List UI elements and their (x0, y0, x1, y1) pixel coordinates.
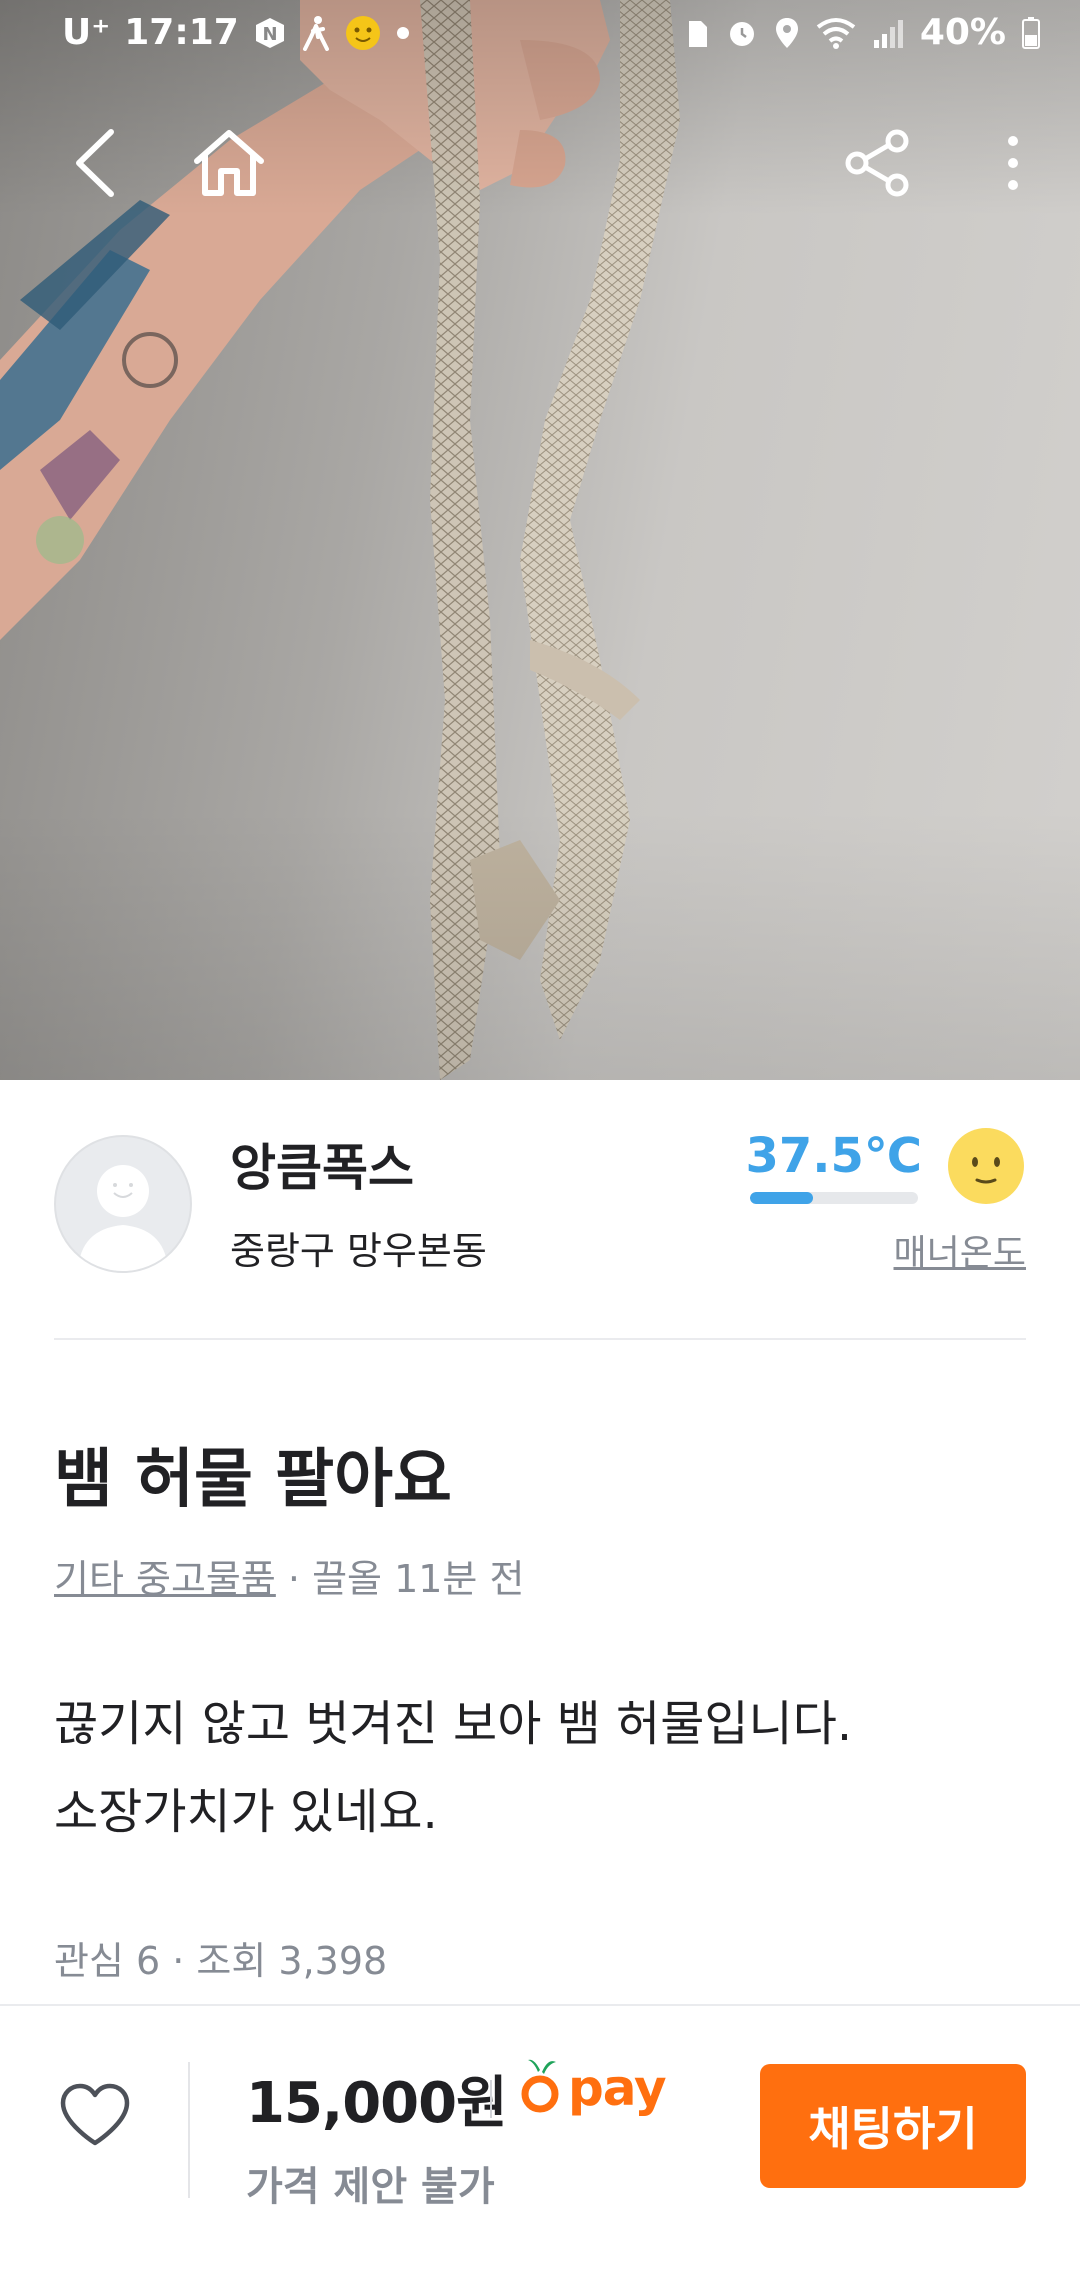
status-bar: U⁺ 17:17 N 40% (0, 0, 1080, 70)
post-description: 끊기지 않고 벗겨진 보아 뱀 허물입니다. 소장가치가 있네요. (54, 1680, 1026, 1856)
description-line: 소장가치가 있네요. (54, 1784, 438, 1840)
seller-name: 앙큼폭스 (230, 1139, 414, 1197)
carrier-label: U⁺ (62, 12, 111, 53)
bottom-separator (188, 2062, 190, 2198)
location-icon (774, 16, 800, 50)
heart-icon (59, 2083, 131, 2151)
post-meta: 기타 중고물품 · 끌올 11분 전 (54, 1548, 524, 1603)
avatar[interactable] (54, 1135, 192, 1273)
bottom-action-bar: 15,000원 pay 가격 제안 불가 채팅하기 (0, 2004, 1080, 2293)
walk-icon (301, 15, 331, 51)
seller-profile[interactable]: 앙큼폭스 중랑구 망우본동 37.5℃ 매너온도 (0, 1080, 1080, 1340)
sim-icon (686, 17, 710, 49)
post-title: 뱀 허물 팔아요 (54, 1443, 452, 1517)
svg-text:N: N (262, 24, 277, 45)
n-icon: N (253, 16, 287, 50)
signal-icon (872, 18, 904, 48)
category-link[interactable]: 기타 중고물품 (54, 1557, 276, 1601)
battery-icon (1022, 16, 1040, 49)
dot-icon (395, 25, 411, 41)
wifi-icon (816, 17, 856, 49)
like-button[interactable] (50, 2072, 140, 2162)
share-button[interactable] (832, 120, 922, 210)
carrot-icon (520, 2056, 560, 2120)
temperature-bar (750, 1192, 918, 1204)
battery-percent: 40% (919, 12, 1006, 53)
description-line: 끊기지 않고 벗겨진 보아 뱀 허물입니다. (54, 1696, 853, 1752)
post-stats: 관심 6 · 조회 3,398 (54, 1939, 388, 1983)
temperature-bar-fill (750, 1192, 813, 1204)
manner-temperature-link[interactable]: 매너온도 (894, 1224, 1026, 1276)
manner-temperature: 37.5℃ (745, 1128, 922, 1184)
face-icon (946, 1126, 1026, 1206)
pay-separator (490, 2080, 492, 2118)
seller-location: 중랑구 망우본동 (230, 1229, 487, 1273)
bump-time: · 끌올 11분 전 (275, 1557, 525, 1601)
more-button[interactable] (968, 120, 1058, 210)
chat-button[interactable]: 채팅하기 (760, 2064, 1026, 2188)
home-icon (191, 127, 267, 203)
back-icon (71, 128, 119, 202)
seller-divider (54, 1338, 1026, 1340)
price-offer-note: 가격 제안 불가 (246, 2164, 495, 2210)
emoji-icon (345, 15, 381, 51)
price: 15,000원 (246, 2071, 508, 2136)
pay-label: pay (568, 2059, 667, 2117)
alarm-icon (726, 17, 758, 49)
more-icon (1005, 133, 1021, 197)
back-button[interactable] (50, 120, 140, 210)
karrot-pay-badge: pay (520, 2056, 667, 2120)
share-icon (841, 127, 913, 203)
home-button[interactable] (184, 120, 274, 210)
clock: 17:17 (124, 12, 239, 53)
